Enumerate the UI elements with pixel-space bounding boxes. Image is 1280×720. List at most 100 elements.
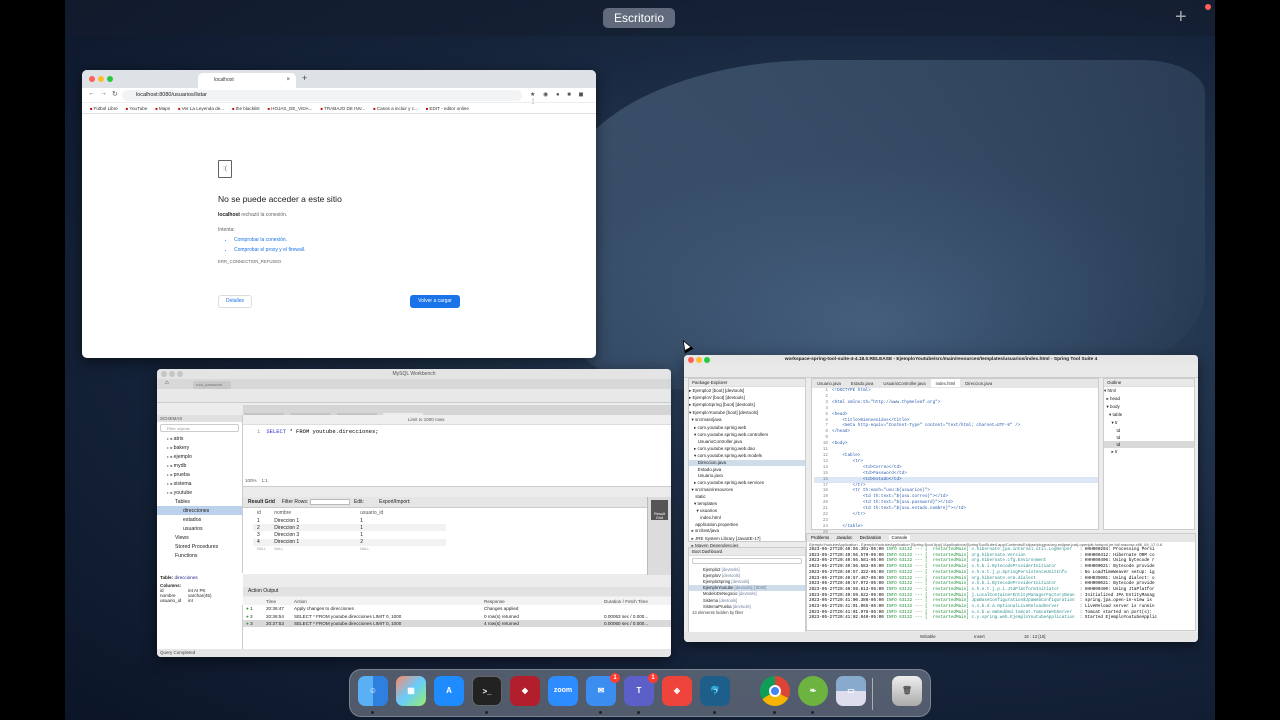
- reload-button[interactable]: Volver a cargar: [410, 295, 460, 308]
- table-item-usuarios[interactable]: usuarios: [157, 524, 242, 533]
- schema-item[interactable]: bakery: [157, 443, 242, 452]
- close-window-button[interactable]: [161, 371, 167, 377]
- browser-tab-localhost[interactable]: localhost ×: [198, 73, 296, 88]
- tree-item[interactable]: ▸ src/test/java: [689, 528, 805, 535]
- minimize-window-button[interactable]: [696, 357, 702, 363]
- tree-item[interactable]: ▾ com.youtube.spring.web.controllers: [689, 431, 805, 438]
- output-row[interactable]: ● 2 20:36:54 SELECT * FROM youtube.direcci…: [243, 612, 671, 619]
- bookmark-item[interactable]: Ver La Leyenda de...: [178, 103, 224, 113]
- outline-item[interactable]: ▸ head: [1104, 395, 1194, 403]
- tree-item[interactable]: ▾ com.youtube.spring.web.models: [689, 452, 805, 459]
- cell[interactable]: Direccion 1: [270, 517, 356, 524]
- extension-icons[interactable]: ★ ◉ ● ■ ◼ ⋮: [530, 91, 596, 105]
- table-row[interactable]: 2 Direccion 21: [253, 524, 447, 532]
- cell[interactable]: 3: [253, 531, 270, 538]
- zoom-level[interactable]: 100%: [245, 478, 257, 483]
- preview-icon[interactable]: ▭: [836, 676, 866, 706]
- editor-code[interactable]: 1 <!DOCTYPE html> 2 3 <html xmlns:th="http:/…: [812, 388, 1098, 536]
- cell[interactable]: 1: [356, 524, 446, 531]
- mysql-workbench-icon[interactable]: 🐬: [700, 676, 730, 706]
- cell[interactable]: NULL: [356, 546, 446, 552]
- filter-rows-input[interactable]: [309, 498, 350, 505]
- table-row[interactable]: 3 Direccion 31: [253, 531, 446, 538]
- cell[interactable]: Direccion 3: [270, 531, 356, 538]
- result-grid-side-button[interactable]: Result Grid: [651, 500, 668, 520]
- editor-tab[interactable]: Direccion.java: [960, 379, 997, 387]
- limit-rows-select[interactable]: Limit to 1000 rows: [408, 417, 445, 422]
- trash-icon[interactable]: 🗑: [892, 676, 922, 706]
- column-header[interactable]: nombre: [270, 508, 356, 517]
- outline-tree[interactable]: ▾ html ▸ head ▾ body ▾ table ▾ tr td td …: [1104, 387, 1194, 456]
- teams-icon[interactable]: T1: [624, 673, 658, 706]
- boot-app-list[interactable]: Ejemplo2 [devtools] EjemploV [devtools] Ej…: [689, 566, 805, 609]
- procedures-node[interactable]: Stored Procedures: [157, 542, 242, 551]
- result-grid-label[interactable]: Result Grid: [248, 499, 275, 505]
- tab-console[interactable]: Console: [888, 535, 911, 540]
- schema-filter-input[interactable]: Filter objects: [160, 424, 239, 432]
- tree-item[interactable]: ▾ src/main/resources: [689, 486, 805, 493]
- schema-item[interactable]: mydb: [157, 461, 242, 470]
- table-item-estados[interactable]: estados: [157, 515, 242, 524]
- close-tab-icon[interactable]: ×: [286, 73, 290, 88]
- cell[interactable]: Direccion 2: [270, 524, 356, 531]
- tables-node[interactable]: Tables: [157, 497, 242, 506]
- boot-filter-input[interactable]: [692, 558, 802, 564]
- schema-item[interactable]: ejemplo: [157, 452, 242, 461]
- launchpad-icon[interactable]: ▦: [396, 676, 426, 706]
- bookmark-item[interactable]: Fútbol Libre: [90, 103, 118, 113]
- tab-javadoc[interactable]: Javadoc: [836, 535, 852, 540]
- app-store-icon[interactable]: A: [434, 676, 464, 706]
- outline-header[interactable]: Outline: [1104, 379, 1194, 387]
- cell[interactable]: Direccion 1: [270, 539, 356, 546]
- outline-item[interactable]: ▸ tr: [1104, 448, 1194, 456]
- anydesk-icon[interactable]: ◈: [662, 676, 692, 706]
- finder-icon[interactable]: ☺: [358, 676, 388, 706]
- cell[interactable]: NULL: [253, 546, 270, 552]
- table-row[interactable]: 4 Direccion 12: [253, 538, 447, 546]
- tree-item[interactable]: ▸ com.youtube.spring.web.services: [689, 479, 805, 486]
- tree-item[interactable]: ▸ EjemploSpring [boot] [devtools]: [689, 402, 805, 409]
- outline-item[interactable]: ▾ html: [1104, 387, 1194, 395]
- table-row-null[interactable]: NULL NULL NULL: [253, 546, 446, 552]
- mysql-workbench-window[interactable]: MySQL Workbench ⌂ root_password Query 1 …: [157, 369, 671, 657]
- outline-item[interactable]: ▾ body: [1104, 403, 1194, 411]
- outline-item[interactable]: ▾ table: [1104, 411, 1194, 419]
- console-output[interactable]: 2023-05-27T20:40:56.391-05:00 INFO 63132…: [807, 547, 1195, 621]
- tab-problems[interactable]: Problems: [811, 535, 829, 540]
- maximize-window-button[interactable]: [107, 76, 113, 82]
- views-node[interactable]: Views: [157, 533, 242, 542]
- schema-item[interactable]: sistema: [157, 479, 242, 488]
- bookmark-item[interactable]: TRABAJO DE INV...: [321, 103, 365, 113]
- tree-item[interactable]: ▾ src/main/java: [689, 417, 805, 424]
- result-grid[interactable]: id nombre usuario_id 1 Direccion 11 2 Dire…: [243, 508, 647, 574]
- tree-item[interactable]: ▸ JRE System Library [JavaSE-17]: [689, 535, 805, 542]
- bookmark-item[interactable]: YouTube: [126, 103, 147, 113]
- minimize-window-button[interactable]: [98, 76, 104, 82]
- output-row[interactable]: ● 1 20:36:47 Apply changes to direcciones C…: [243, 605, 671, 612]
- cell[interactable]: 4: [253, 539, 270, 546]
- tree-item[interactable]: ▾ usuarios: [689, 507, 805, 514]
- bookmark-item[interactable]: Casos a incluir y c...: [373, 103, 418, 113]
- jaspersoft-icon[interactable]: ◆: [510, 676, 540, 706]
- details-button[interactable]: Detalles: [218, 295, 252, 308]
- package-explorer-tree[interactable]: ▸ Ejemplo2 [boot] [devtools] ▸ EjemploV […: [689, 387, 805, 550]
- tree-item[interactable]: ▾ templates: [689, 500, 805, 507]
- outline-item[interactable]: td: [1104, 434, 1194, 441]
- cell[interactable]: NULL: [270, 546, 356, 552]
- connection-tab[interactable]: root_password: [193, 381, 231, 389]
- suggestion-link[interactable]: Comprobar el proxy y el firewall.: [234, 247, 518, 253]
- zoom-icon[interactable]: zoom: [548, 676, 578, 706]
- table-item-direcciones[interactable]: direcciones: [157, 506, 242, 515]
- tree-item[interactable]: ▸ Ejemplo2 [boot] [devtools]: [689, 387, 805, 394]
- suggestion-link[interactable]: Comprobar la conexión.: [234, 237, 518, 243]
- boot-dashboard-header[interactable]: Boot Dashboard: [689, 548, 805, 556]
- outline-item[interactable]: td: [1104, 427, 1194, 434]
- column-header[interactable]: usuario_id: [356, 508, 446, 517]
- column-header[interactable]: id: [253, 508, 270, 517]
- bookmark-item[interactable]: EDIT - editor online: [426, 103, 469, 113]
- add-space-button[interactable]: +: [1175, 6, 1187, 29]
- minimize-window-button[interactable]: [169, 371, 175, 377]
- close-window-button[interactable]: [89, 76, 95, 82]
- cell[interactable]: 1: [253, 517, 270, 524]
- mail-icon[interactable]: ✉ 1: [586, 673, 620, 706]
